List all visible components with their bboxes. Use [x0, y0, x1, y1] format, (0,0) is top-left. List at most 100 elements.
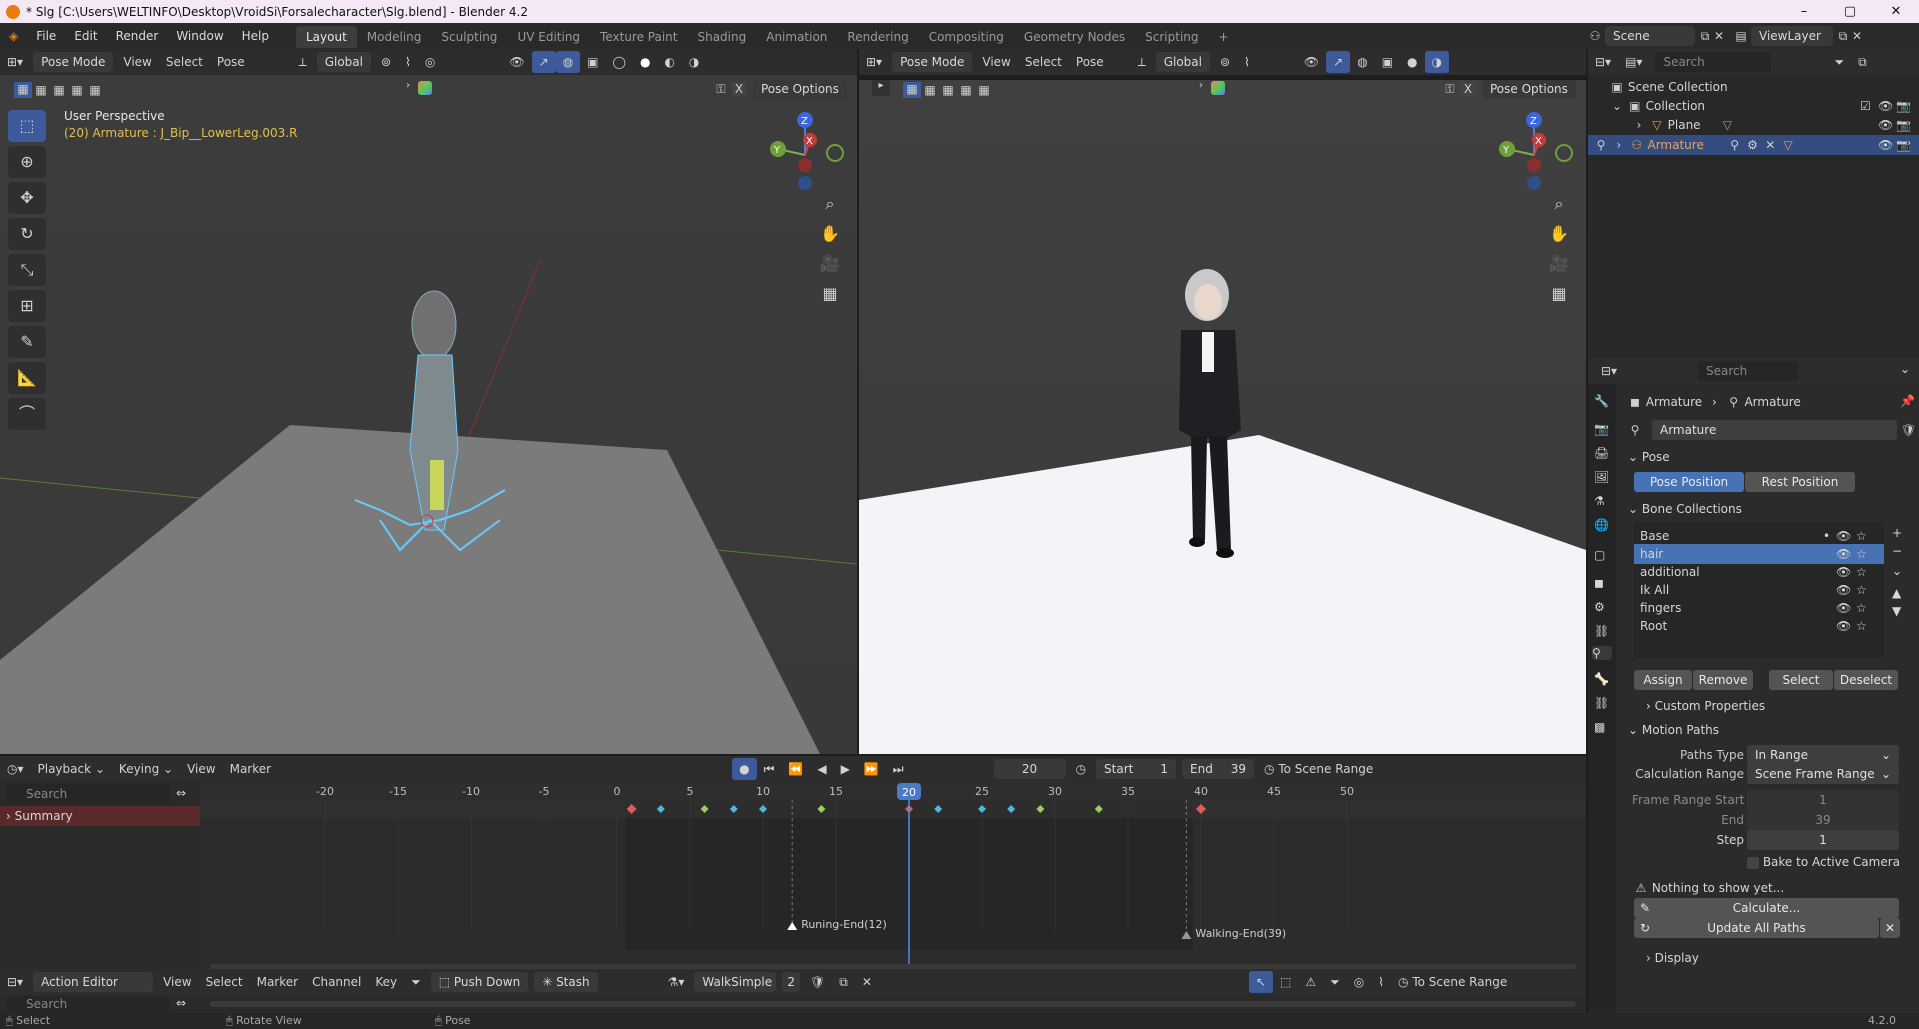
outliner-row-armature[interactable]: ⚲ › ⚇ Armature ⚲ ⚙ ✕ ▽ 👁 📷 — [1588, 135, 1919, 155]
to-scene-range-button[interactable]: ◷ To Scene Range — [1257, 758, 1380, 780]
navigation-gizmo[interactable]: Z Y X — [1489, 110, 1579, 200]
paths-type-dropdown[interactable]: In Range ⌄ — [1747, 745, 1899, 765]
gizmo-toggle-icon[interactable]: ↗ — [531, 51, 556, 73]
motion-paths-section-header[interactable]: ⌄ Motion Paths — [1628, 720, 1719, 740]
outliner-row-scene-collection[interactable]: ▣ Scene Collection — [1610, 77, 1727, 97]
channel-search-input[interactable]: Search — [6, 784, 170, 804]
menu-window[interactable]: Window — [167, 23, 232, 49]
proportional-icon[interactable]: ◎ — [418, 51, 442, 73]
pivot-icon[interactable]: ⊚ — [374, 51, 398, 73]
overlay-icon[interactable]: ◍ — [555, 51, 581, 73]
end-field[interactable]: 39 — [1747, 810, 1899, 830]
texture-tab-icon[interactable]: ▩ — [1594, 720, 1605, 734]
move-up-icon[interactable]: ▲ — [1892, 586, 1901, 600]
bone-collections-section-header[interactable]: ⌄ Bone Collections — [1628, 499, 1742, 519]
auto-keying-icon[interactable]: ● — [732, 758, 757, 780]
menu-select[interactable]: Select — [199, 971, 250, 993]
calculate-button[interactable]: ✎ Calculate... — [1634, 898, 1899, 918]
bone-collection-item[interactable]: additional 👁 ☆ — [1640, 562, 1884, 582]
pose-position-button[interactable]: Pose Position — [1634, 472, 1744, 492]
tab-rendering[interactable]: Rendering — [837, 26, 918, 48]
eye-icon[interactable]: 👁 — [1878, 96, 1893, 116]
outliner-row-plane[interactable]: › ▽ Plane ▽ 👁 📷 — [1632, 115, 1919, 135]
remove-viewlayer-icon[interactable]: ✕ — [1850, 29, 1864, 43]
add-workspace-button[interactable]: + — [1209, 26, 1239, 48]
mode-dropdown[interactable]: Pose Mode — [33, 52, 114, 72]
maximize-button[interactable]: ▢ — [1827, 0, 1873, 23]
eye-icon[interactable]: 👁 — [1836, 616, 1851, 636]
menu-pose[interactable]: Pose — [1069, 51, 1111, 73]
star-icon[interactable]: ☆ — [1856, 580, 1867, 600]
datablock-name-field[interactable]: Armature — [1652, 420, 1897, 440]
prev-keyframe-icon[interactable]: ⏪ — [781, 758, 810, 780]
filter-icon[interactable]: ⏷ — [1827, 51, 1851, 73]
shading-wireframe-icon[interactable]: ◯ — [606, 51, 633, 73]
menu-select[interactable]: Select — [1018, 51, 1069, 73]
star-icon[interactable]: ☆ — [1856, 562, 1867, 582]
expand-arrow-icon[interactable]: › — [1612, 138, 1626, 152]
rest-position-button[interactable]: Rest Position — [1745, 472, 1855, 492]
start-frame-field[interactable]: Start 1 — [1096, 759, 1177, 779]
xray-icon[interactable]: ▣ — [580, 51, 605, 73]
properties-search-input[interactable]: Search — [1698, 361, 1798, 381]
play-reverse-icon[interactable]: ◀ — [810, 758, 833, 780]
object-tab-icon[interactable]: ◼ — [1594, 576, 1604, 590]
remove-scene-icon[interactable]: ✕ — [1712, 29, 1726, 43]
layer-down-icon[interactable]: ⏷ — [404, 971, 428, 993]
grid-view-icon[interactable]: ▦ — [817, 281, 843, 307]
eye-icon[interactable]: 👁 — [1836, 580, 1851, 600]
close-button[interactable]: ✕ — [1873, 0, 1919, 23]
snap-icon[interactable]: ⌇ — [1371, 971, 1391, 993]
new-viewlayer-icon[interactable]: ⧉ — [1836, 29, 1850, 43]
fake-user-icon[interactable]: 🛡 — [1901, 423, 1916, 437]
swap-icon[interactable]: ⇔ — [176, 996, 186, 1010]
menu-view[interactable]: View — [116, 51, 158, 73]
scene-selector[interactable]: Scene — [1605, 26, 1695, 46]
menu-render[interactable]: Render — [107, 23, 168, 49]
frame-range-start-field[interactable]: 1 — [1747, 790, 1899, 810]
visibility-icon[interactable]: 👁 — [502, 51, 531, 73]
display-section-header[interactable]: › Display — [1646, 948, 1699, 968]
update-all-paths-button[interactable]: ↻ Update All Paths — [1634, 918, 1879, 938]
bone-collection-item[interactable]: Base • 👁 ☆ — [1640, 526, 1884, 546]
remove-button[interactable]: Remove — [1693, 670, 1753, 690]
new-action-icon[interactable]: ⧉ — [832, 971, 855, 993]
mode-dropdown[interactable]: Pose Mode — [892, 52, 973, 72]
proportional-edit-icon[interactable]: ◎ — [1347, 971, 1371, 993]
menu-pose[interactable]: Pose — [210, 51, 252, 73]
tab-layout[interactable]: Layout — [296, 26, 357, 48]
menu-marker[interactable]: Marker — [250, 971, 305, 993]
tab-texture-paint[interactable]: Texture Paint — [590, 26, 687, 48]
end-frame-field[interactable]: End 39 — [1182, 759, 1255, 779]
camera-icon[interactable]: 📷 — [1896, 115, 1911, 135]
xray-icon[interactable]: ▣ — [1375, 51, 1400, 73]
tab-geometry-nodes[interactable]: Geometry Nodes — [1014, 26, 1135, 48]
object-data-tab-icon[interactable]: ⚲ — [1592, 646, 1612, 660]
custom-properties-section-header[interactable]: › Custom Properties — [1646, 696, 1765, 716]
pivot-icon[interactable]: ⊚ — [1213, 51, 1237, 73]
navigation-gizmo[interactable]: Z Y X — [760, 110, 850, 200]
checkbox-icon[interactable]: ☑ — [1860, 96, 1871, 116]
zoom-icon[interactable]: ⌕ — [817, 191, 843, 217]
current-frame-field[interactable]: 20 — [993, 759, 1066, 779]
play-icon[interactable]: ▶ — [834, 758, 857, 780]
gizmo-toggle-icon[interactable]: ↗ — [1326, 51, 1351, 73]
editor-type-icon[interactable]: ⊞▾ — [0, 51, 30, 73]
tool-tab-icon[interactable]: 🔧 — [1594, 394, 1609, 408]
stash-button[interactable]: ✳ Stash — [534, 972, 598, 992]
visibility-icon[interactable]: 👁 — [1297, 51, 1326, 73]
action-scrollbar[interactable] — [210, 1001, 1576, 1007]
deselect-button[interactable]: Deselect — [1834, 670, 1898, 690]
unlink-action-icon[interactable]: ✕ — [855, 971, 879, 993]
menu-view[interactable]: View — [156, 971, 198, 993]
menu-view[interactable]: View — [975, 51, 1017, 73]
filter-icon[interactable]: ⏷ — [1323, 971, 1347, 993]
tab-scripting[interactable]: Scripting — [1135, 26, 1208, 48]
camera-icon[interactable]: 📷 — [1896, 96, 1911, 116]
modifiers-tab-icon[interactable]: ⚙ — [1594, 600, 1605, 614]
eye-icon[interactable]: 👁 — [1836, 526, 1851, 546]
step-field[interactable]: 1 — [1747, 830, 1899, 850]
new-scene-icon[interactable]: ⧉ — [1698, 29, 1712, 43]
menu-key[interactable]: Key — [368, 971, 404, 993]
world-tab-icon[interactable]: 🌐 — [1594, 518, 1609, 532]
